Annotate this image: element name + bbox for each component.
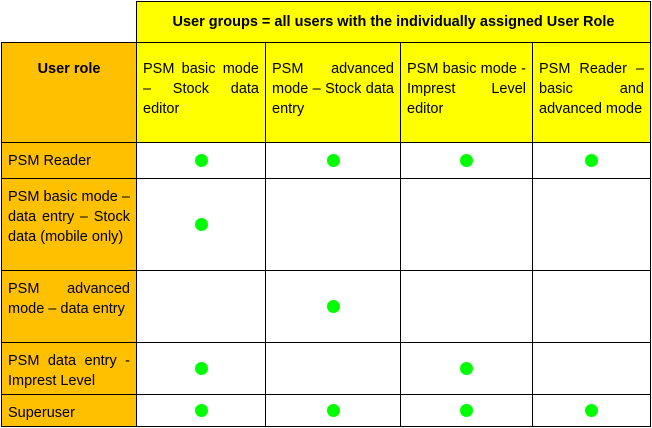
matrix-cell <box>400 342 533 395</box>
assigned-dot-icon <box>585 404 598 418</box>
matrix-cell <box>136 178 266 271</box>
matrix-cell <box>265 178 401 271</box>
assigned-dot-icon <box>326 154 340 168</box>
matrix-cell <box>400 142 533 179</box>
matrix-cell <box>532 178 651 271</box>
matrix-cell <box>136 394 266 427</box>
matrix-cell <box>400 394 533 427</box>
assigned-dot-icon <box>194 404 208 418</box>
assigned-dot-icon <box>194 218 208 232</box>
matrix-cell <box>265 342 401 395</box>
row-label: PSM advanced mode – data entry <box>1 270 137 343</box>
matrix-cell <box>532 270 651 343</box>
assigned-dot-icon <box>326 300 340 314</box>
matrix-cell <box>136 142 266 179</box>
assigned-dot-icon <box>460 154 473 168</box>
table-row: PSM Reader <box>1 142 651 179</box>
group-header: User groups = all users with the individ… <box>136 1 651 43</box>
table-row: Superuser <box>1 394 651 427</box>
row-label: PSM Reader <box>1 142 137 179</box>
matrix-cell <box>400 270 533 343</box>
matrix-cell <box>265 142 401 179</box>
assigned-dot-icon <box>460 404 473 418</box>
corner-cell <box>1 1 137 43</box>
matrix-cell <box>532 342 651 395</box>
column-header: PSM advanced mode – Stock data entry <box>265 42 401 143</box>
matrix-cell <box>400 178 533 271</box>
row-label: Superuser <box>1 394 137 427</box>
row-label: PSM basic mode – data entry – Stock data… <box>1 178 137 271</box>
column-header: PSM basic mode - Imprest Level editor <box>400 42 533 143</box>
column-header: PSM Reader – basic and advanced mode <box>532 42 651 143</box>
matrix-cell <box>532 142 651 179</box>
assigned-dot-icon <box>585 154 598 168</box>
assigned-dot-icon <box>194 362 208 376</box>
assigned-dot-icon <box>194 154 208 168</box>
role-header: User role <box>1 42 137 143</box>
table-row: PSM basic mode – data entry – Stock data… <box>1 178 651 271</box>
table-row: PSM advanced mode – data entry <box>1 270 651 343</box>
matrix-cell <box>265 394 401 427</box>
matrix-cell <box>532 394 651 427</box>
row-label: PSM data entry - Imprest Level <box>1 342 137 395</box>
matrix-cell <box>136 342 266 395</box>
column-header: PSM basic mode – Stock data editor <box>136 42 266 143</box>
table-row: PSM data entry - Imprest Level <box>1 342 651 395</box>
user-role-matrix: User groups = all users with the individ… <box>1 1 651 427</box>
assigned-dot-icon <box>326 404 340 418</box>
assigned-dot-icon <box>460 362 473 376</box>
matrix-cell <box>265 270 401 343</box>
matrix-cell <box>136 270 266 343</box>
